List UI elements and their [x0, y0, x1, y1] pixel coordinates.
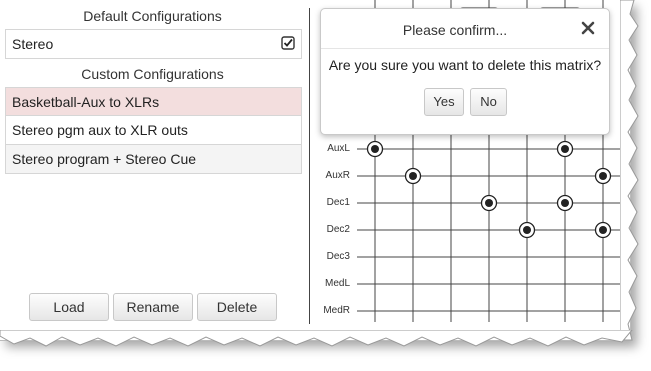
load-button[interactable]: Load — [29, 293, 109, 321]
matrix-connection-node[interactable] — [594, 221, 612, 239]
rename-button[interactable]: Rename — [113, 293, 193, 321]
matrix-row-label: Dec3 — [326, 251, 350, 262]
config-item[interactable]: Stereo program + Stereo Cue — [6, 145, 301, 173]
config-item-label: Stereo program + Stereo Cue — [12, 151, 197, 167]
dialog-title: Please confirm... — [402, 22, 508, 38]
confirm-dialog: Please confirm... Are you sure you want … — [320, 8, 610, 135]
matrix-row-label: MedR — [323, 305, 350, 316]
close-icon[interactable] — [581, 21, 595, 35]
no-button[interactable]: No — [470, 88, 507, 116]
configurations-panel: Default Configurations Stereo Custom Con… — [0, 0, 305, 330]
app-window: Default Configurations Stereo Custom Con… — [0, 0, 631, 341]
matrix-row-label: MedL — [324, 278, 350, 289]
config-item-stereo[interactable]: Stereo — [6, 30, 301, 58]
config-item[interactable]: Basketball-Aux to XLRs — [6, 88, 301, 116]
matrix-connection-node[interactable] — [480, 194, 498, 212]
matrix-row-label: AuxL — [327, 143, 350, 154]
matrix-row-label: Dec1 — [326, 197, 350, 208]
dialog-separator — [321, 48, 609, 49]
matrix-row-label: AuxR — [325, 170, 350, 181]
config-item[interactable]: Stereo pgm aux to XLR outs — [6, 116, 301, 145]
config-item-label: Stereo pgm aux to XLR outs — [12, 122, 188, 138]
matrix-connection-node[interactable] — [556, 140, 574, 158]
dialog-message: Are you sure you want to delete this mat… — [328, 57, 602, 73]
delete-button[interactable]: Delete — [197, 293, 277, 321]
config-item-label: Stereo — [12, 36, 54, 52]
config-item-label: Basketball-Aux to XLRs — [12, 94, 160, 110]
matrix-connection-node[interactable] — [366, 140, 384, 158]
yes-button[interactable]: Yes — [424, 88, 464, 116]
matrix-connection-node[interactable] — [518, 221, 536, 239]
matrix-connection-node[interactable] — [594, 167, 612, 185]
default-configurations-title: Default Configurations — [83, 8, 222, 24]
matrix-connection-node[interactable] — [404, 167, 422, 185]
matrix-connection-node[interactable] — [556, 194, 574, 212]
matrix-row-label: Dec2 — [326, 224, 350, 235]
custom-configurations-list: Basketball-Aux to XLRs Stereo pgm aux to… — [5, 87, 302, 174]
default-configurations-list: Stereo — [5, 29, 302, 59]
checkbox-checked-icon[interactable] — [281, 36, 295, 50]
custom-configurations-title: Custom Configurations — [81, 66, 224, 82]
